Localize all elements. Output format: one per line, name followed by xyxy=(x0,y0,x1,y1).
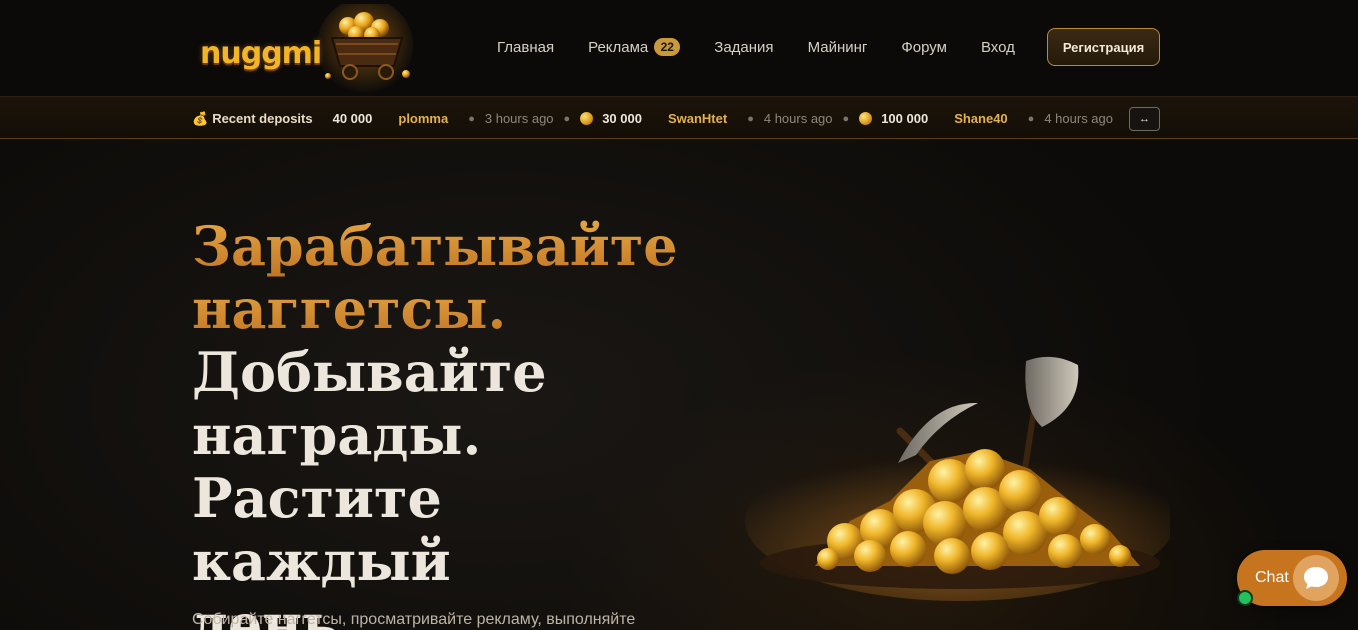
recent-deposits-ticker: 💰 Recent deposits 40 000 plomma ● 3 hour… xyxy=(0,96,1358,139)
logo[interactable]: nuggmi xyxy=(192,4,420,92)
hero-title-line: Растите каждый xyxy=(192,466,451,593)
nav-login[interactable]: Вход xyxy=(981,39,1015,56)
separator-dot: ● xyxy=(1027,112,1035,125)
deposit-amount: 100 000 xyxy=(859,111,928,126)
nav-mining[interactable]: Майнинг xyxy=(808,39,868,56)
deposit-amount: 30 000 xyxy=(580,111,642,126)
nav-login-label: Вход xyxy=(980,38,1015,56)
gold-cart-icon xyxy=(317,4,413,92)
deposit-time: 3 hours ago xyxy=(484,111,554,126)
separator-dot: ● xyxy=(468,112,475,125)
nav-tasks-label: Задания xyxy=(714,38,774,56)
deposit-user[interactable]: plomma xyxy=(398,111,448,126)
register-button[interactable]: Регистрация xyxy=(1047,28,1160,66)
nav-ads[interactable]: Реклама 22 xyxy=(588,38,681,56)
hero-title-line: награды. xyxy=(192,403,482,467)
nav-ads-label: Реклама xyxy=(588,38,649,56)
ticker-label-text: Recent deposits xyxy=(212,111,313,126)
hero-title-gold-line: наггетсы. xyxy=(192,278,712,341)
nav-home[interactable]: Главная xyxy=(497,39,554,56)
deposit-amount-value: 100 000 xyxy=(881,111,929,126)
separator-dot: ● xyxy=(563,112,571,125)
deposit-amount: 40 000 xyxy=(332,111,373,126)
money-bag-icon: 💰 xyxy=(192,110,209,126)
hero-title-line: Добывайте xyxy=(192,340,547,404)
hero-title: Зарабатывайте наггетсы. Добывайте наград… xyxy=(192,215,712,630)
online-status-dot xyxy=(1237,590,1253,606)
hero-title-gold-line: Зарабатывайте xyxy=(192,215,712,278)
deposit-time: 4 hours ago xyxy=(1044,111,1113,126)
deposit-user[interactable]: SwanHtet xyxy=(668,111,727,126)
main-nav: Главная Реклама 22 Задания Майнинг Форум… xyxy=(480,28,1032,66)
deposit-time: 4 hours ago xyxy=(763,111,833,126)
hero-section: Зарабатывайте наггетсы. Добывайте наград… xyxy=(0,139,1358,630)
gold-pile-pickaxe-illustration xyxy=(745,356,1170,601)
nav-forum[interactable]: Форум xyxy=(901,39,947,56)
ticker-toggle-button[interactable]: ↔ xyxy=(1129,107,1160,131)
chat-button[interactable]: Chat xyxy=(1237,550,1347,606)
ticker-label: 💰 Recent deposits xyxy=(192,111,313,127)
ads-count-badge: 22 xyxy=(654,38,681,56)
nugget-coin-icon xyxy=(859,112,873,125)
nav-tasks[interactable]: Задания xyxy=(714,39,773,56)
separator-dot: ● xyxy=(842,112,850,125)
separator-dot: ● xyxy=(747,112,754,125)
deposit-user[interactable]: Shane40 xyxy=(954,111,1007,126)
nav-mining-label: Майнинг xyxy=(807,38,868,56)
nav-forum-label: Форум xyxy=(901,38,947,56)
deposit-amount-value: 30 000 xyxy=(602,111,642,126)
nav-home-label: Главная xyxy=(497,38,555,56)
chat-label: Chat xyxy=(1255,569,1289,586)
logo-text: nuggmi xyxy=(200,36,322,71)
nugget-coin-icon xyxy=(580,112,594,125)
hero-subtitle: Собирайте наггетсы, просматривайте рекла… xyxy=(192,611,636,628)
chat-bubble-icon xyxy=(1293,555,1339,601)
site-header: nuggmi Главная Реклама 22 Задания Майнин… xyxy=(0,0,1358,96)
ticker-track: 💰 Recent deposits 40 000 plomma ● 3 hour… xyxy=(192,97,1120,140)
